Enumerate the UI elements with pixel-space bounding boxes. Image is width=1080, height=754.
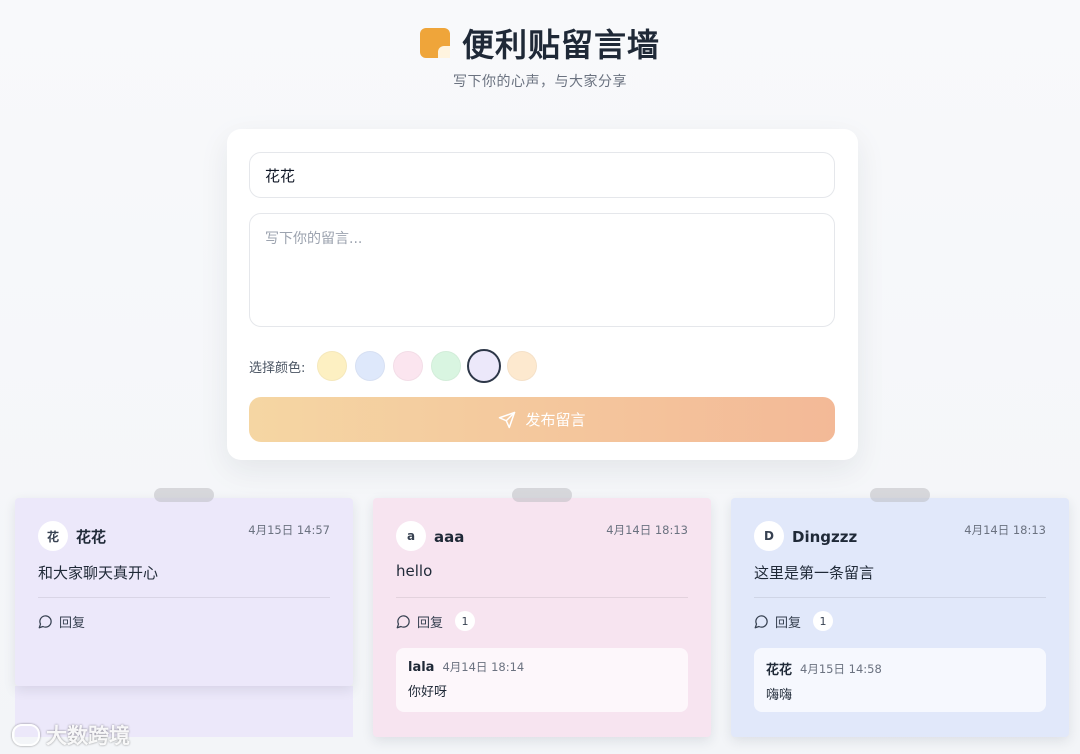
reply-timestamp: 4月14日 18:14 <box>442 660 525 674</box>
title-row: 便利贴留言墙 <box>0 18 1080 68</box>
reply-label: 回复 <box>59 615 86 631</box>
reply-meta: lala 4月14日 18:14 <box>408 659 676 675</box>
comment-icon <box>396 614 410 628</box>
note-header: 花 花花 4月15日 14:57 <box>38 520 330 552</box>
color-swatch-yellow[interactable] <box>317 351 347 381</box>
watermark-text: 大数跨境 <box>46 724 130 748</box>
note-author: D Dingzzz <box>754 520 857 552</box>
reply-item: 花花 4月15日 14:58 嗨嗨 <box>754 648 1046 712</box>
reply-button[interactable]: 回复 <box>38 598 330 644</box>
note-header: D Dingzzz 4月14日 18:13 <box>754 520 1046 552</box>
note-content: 和大家聊天真开心 <box>38 564 159 582</box>
message-textarea[interactable] <box>249 213 835 327</box>
color-swatch-orange[interactable] <box>507 351 537 381</box>
page: 便利贴留言墙 写下你的心声，与大家分享 选择颜色: 发布留言 <box>0 0 1080 754</box>
color-swatch-purple[interactable] <box>467 349 501 383</box>
reply-button[interactable]: 回复 1 <box>754 598 1046 644</box>
reply-meta: 花花 4月15日 14:58 <box>766 659 1034 679</box>
sticky-note: a aaa 4月14日 18:13 hello 回复 1 lala 4月14日 … <box>373 488 711 737</box>
tape-decoration <box>154 488 214 502</box>
name-input[interactable] <box>249 152 835 198</box>
publish-button-label: 发布留言 <box>525 411 586 429</box>
page-title: 便利贴留言墙 <box>461 26 660 64</box>
reply-count-badge: 1 <box>455 611 476 631</box>
header: 便利贴留言墙 写下你的心声，与大家分享 <box>0 18 1080 91</box>
color-swatch-blue[interactable] <box>355 351 385 381</box>
color-picker: 选择颜色: <box>249 349 835 383</box>
avatar: D <box>754 521 784 551</box>
reply-content: 你好呀 <box>408 685 448 700</box>
send-icon <box>499 411 516 428</box>
page-subtitle: 写下你的心声，与大家分享 <box>453 74 627 90</box>
watermark-logo-icon <box>12 724 40 746</box>
author-name: Dingzzz <box>792 527 858 546</box>
note-timestamp: 4月15日 14:57 <box>248 523 330 537</box>
note-timestamp: 4月14日 18:13 <box>606 523 688 537</box>
publish-button[interactable]: 发布留言 <box>249 397 835 442</box>
reply-content: 嗨嗨 <box>766 688 793 703</box>
color-label: 选择颜色: <box>249 360 306 376</box>
note-content: hello <box>396 562 433 580</box>
watermark: 大数跨境 <box>12 720 130 750</box>
message-composer: 选择颜色: 发布留言 <box>227 129 858 460</box>
reply-count-badge: 1 <box>813 611 834 631</box>
reply-author: lala <box>408 659 435 675</box>
tape-decoration <box>512 488 572 502</box>
note-content: 这里是第一条留言 <box>754 564 875 582</box>
comment-icon <box>38 614 52 628</box>
note-header: a aaa 4月14日 18:13 <box>396 520 688 552</box>
note-timestamp: 4月14日 18:13 <box>964 523 1046 537</box>
reply-label: 回复 <box>417 615 444 631</box>
author-name: 花花 <box>76 528 107 546</box>
color-swatch-green[interactable] <box>431 351 461 381</box>
reply-button[interactable]: 回复 1 <box>396 598 688 644</box>
reply-timestamp: 4月15日 14:58 <box>800 661 882 676</box>
avatar: 花 <box>38 521 68 551</box>
reply-label: 回复 <box>775 615 802 631</box>
sticky-note: 花 花花 4月15日 14:57 和大家聊天真开心 回复 <box>15 488 353 686</box>
sticky-note-icon <box>419 28 450 58</box>
color-swatch-pink[interactable] <box>393 351 423 381</box>
author-name: aaa <box>434 527 465 546</box>
note-author: a aaa <box>396 520 464 552</box>
note-author: 花 花花 <box>38 520 106 552</box>
reply-item: lala 4月14日 18:14 你好呀 <box>396 648 688 712</box>
reply-author: 花花 <box>766 663 793 678</box>
avatar: a <box>396 521 426 551</box>
sticky-note: D Dingzzz 4月14日 18:13 这里是第一条留言 回复 1 花花 4… <box>731 488 1069 737</box>
comment-icon <box>754 614 768 628</box>
tape-decoration <box>870 488 930 502</box>
